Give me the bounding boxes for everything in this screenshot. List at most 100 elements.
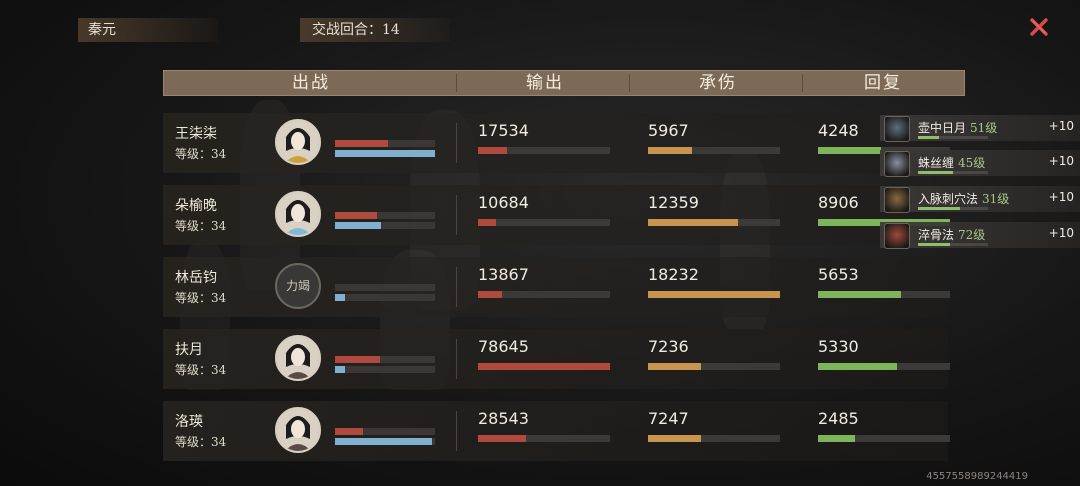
damage-taken-bar bbox=[648, 291, 780, 298]
skill-bonus: +10 bbox=[1048, 190, 1074, 204]
stats-table-header: 出战 输出 承伤 回复 bbox=[163, 70, 965, 96]
skill-level: 45级 bbox=[958, 156, 986, 170]
mp-bar bbox=[335, 438, 435, 445]
header-divider bbox=[456, 74, 457, 92]
skill-name: 入脉刺穴法 bbox=[918, 192, 979, 206]
heal-value: 5653 bbox=[818, 265, 859, 284]
skill-bonus: +10 bbox=[1048, 154, 1074, 168]
acupuncture-icon bbox=[884, 187, 910, 213]
output-bar bbox=[478, 363, 610, 370]
header-heal: 回复 bbox=[864, 73, 902, 93]
character-row: 朵榆晚 等级：34 10684 12359 8906 bbox=[163, 185, 950, 245]
heal-bar bbox=[818, 435, 950, 442]
character-avatar[interactable]: 力竭 bbox=[275, 263, 321, 309]
character-level: 等级：34 bbox=[175, 147, 227, 161]
output-bar bbox=[478, 435, 610, 442]
skill-progress-bar bbox=[918, 207, 988, 210]
output-value: 28543 bbox=[478, 409, 529, 428]
character-row: 王柒柒 等级：34 17534 5967 4248 bbox=[163, 113, 950, 173]
hp-bar bbox=[335, 140, 435, 147]
header-deploy: 出战 bbox=[292, 73, 330, 93]
skill-bonus: +10 bbox=[1048, 226, 1074, 240]
moon-icon bbox=[884, 116, 910, 142]
skill-buff-item[interactable]: 入脉刺穴法 31级 +10 bbox=[880, 186, 1080, 213]
character-row: 林岳钧 等级：34 力竭 13867 18232 5653 bbox=[163, 257, 950, 317]
column-divider bbox=[456, 123, 457, 163]
damage-taken-value: 12359 bbox=[648, 193, 699, 212]
header-output: 输出 bbox=[526, 73, 564, 93]
header-divider bbox=[802, 74, 803, 92]
mp-bar bbox=[335, 294, 435, 301]
spider-silk-icon bbox=[884, 151, 910, 177]
hp-bar bbox=[335, 428, 435, 435]
column-divider bbox=[456, 411, 457, 451]
character-level: 等级：34 bbox=[175, 291, 227, 305]
heal-value: 8906 bbox=[818, 193, 859, 212]
column-divider bbox=[456, 339, 457, 379]
heal-bar bbox=[818, 291, 950, 298]
skill-name: 壶中日月 bbox=[918, 121, 967, 135]
damage-taken-value: 7236 bbox=[648, 337, 689, 356]
character-avatar[interactable] bbox=[275, 119, 321, 165]
skill-buff-item[interactable]: 壶中日月 51级 +10 bbox=[880, 115, 1080, 142]
skill-name: 蛛丝缠 bbox=[918, 156, 955, 170]
output-bar bbox=[478, 219, 610, 226]
damage-taken-bar bbox=[648, 435, 780, 442]
skill-name: 淬骨法 bbox=[918, 228, 955, 242]
character-row: 洛瑛 等级：34 28543 7247 2485 bbox=[163, 401, 950, 461]
portrait-icon bbox=[277, 193, 319, 235]
mp-bar bbox=[335, 222, 435, 229]
column-divider bbox=[456, 267, 457, 307]
header-divider bbox=[629, 74, 630, 92]
portrait-icon bbox=[277, 337, 319, 379]
damage-taken-value: 5967 bbox=[648, 121, 689, 140]
skill-buff-item[interactable]: 蛛丝缠 45级 +10 bbox=[880, 150, 1080, 177]
hp-bar bbox=[335, 212, 435, 219]
damage-taken-bar bbox=[648, 147, 780, 154]
hp-bar bbox=[335, 284, 435, 291]
user-id: 4557558989244419 bbox=[926, 471, 1028, 482]
character-level: 等级：34 bbox=[175, 363, 227, 377]
damage-taken-value: 18232 bbox=[648, 265, 699, 284]
portrait-icon bbox=[277, 121, 319, 163]
hp-bar bbox=[335, 356, 435, 363]
character-name: 朵榆晚 bbox=[175, 198, 217, 214]
character-name: 林岳钧 bbox=[175, 270, 217, 286]
output-value: 10684 bbox=[478, 193, 529, 212]
skill-progress-bar bbox=[918, 136, 988, 139]
skill-level: 72级 bbox=[958, 228, 986, 242]
heal-value: 2485 bbox=[818, 409, 859, 428]
output-value: 13867 bbox=[478, 265, 529, 284]
output-bar bbox=[478, 291, 610, 298]
output-value: 78645 bbox=[478, 337, 529, 356]
heal-value: 5330 bbox=[818, 337, 859, 356]
character-name: 扶月 bbox=[175, 342, 203, 358]
damage-taken-value: 7247 bbox=[648, 409, 689, 428]
mp-bar bbox=[335, 150, 435, 157]
skill-buff-item[interactable]: 淬骨法 72级 +10 bbox=[880, 222, 1080, 249]
character-avatar[interactable] bbox=[275, 335, 321, 381]
heal-value: 4248 bbox=[818, 121, 859, 140]
damage-taken-bar bbox=[648, 363, 780, 370]
skill-level: 51级 bbox=[970, 121, 998, 135]
character-row: 扶月 等级：34 78645 7236 5330 bbox=[163, 329, 950, 389]
heal-bar bbox=[818, 363, 950, 370]
player-name: 秦元 bbox=[78, 18, 218, 42]
character-name: 洛瑛 bbox=[175, 414, 203, 430]
close-icon[interactable] bbox=[1026, 14, 1052, 40]
output-value: 17534 bbox=[478, 121, 529, 140]
output-bar bbox=[478, 147, 610, 154]
character-avatar[interactable] bbox=[275, 407, 321, 453]
character-avatar[interactable] bbox=[275, 191, 321, 237]
portrait-icon bbox=[277, 409, 319, 451]
column-divider bbox=[456, 195, 457, 235]
mp-bar bbox=[335, 366, 435, 373]
skill-progress-bar bbox=[918, 243, 988, 246]
damage-taken-bar bbox=[648, 219, 780, 226]
bone-temper-icon bbox=[884, 223, 910, 249]
character-level: 等级：34 bbox=[175, 435, 227, 449]
character-name: 王柒柒 bbox=[175, 126, 217, 142]
skill-level: 31级 bbox=[982, 192, 1010, 206]
skill-bonus: +10 bbox=[1048, 119, 1074, 133]
character-level: 等级：34 bbox=[175, 219, 227, 233]
